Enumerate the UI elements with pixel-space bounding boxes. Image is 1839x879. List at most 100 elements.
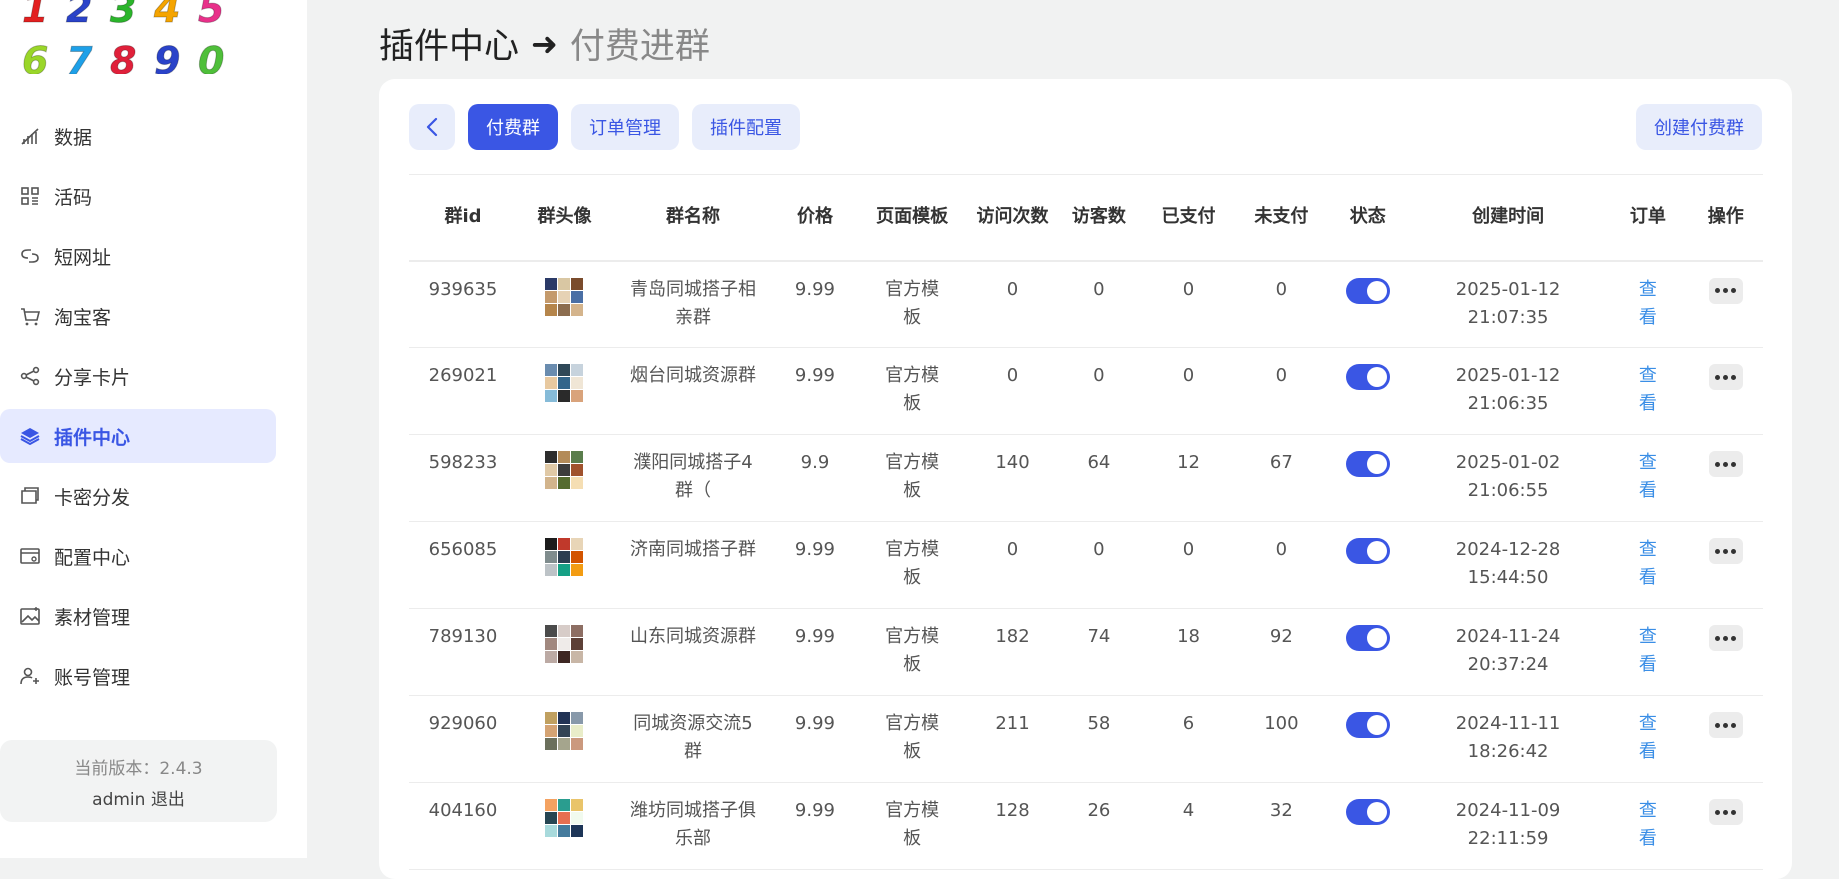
status-cell [1327,522,1409,609]
avatar-tile [558,290,571,303]
avatar-tile [571,725,584,737]
more-icon[interactable] [1708,451,1743,477]
ops-cell [1688,522,1763,609]
avatar-tile [545,477,558,489]
avatar-tile [571,364,584,376]
status-toggle[interactable] [1345,712,1390,738]
column-header: 群id [444,206,482,228]
cell-paid-text: 0 [1182,365,1195,386]
more-icon[interactable] [1708,538,1743,564]
avatar-tile [571,451,584,463]
cell-visitors: 0 [1057,522,1141,609]
status-toggle[interactable] [1345,277,1390,304]
cell-unpaid-text: 100 [1264,713,1299,734]
cell-unpaid: 0 [1236,348,1327,435]
sidebar-item-0[interactable]: 数据 [0,109,307,163]
view-order-link[interactable]: 查看 [1636,276,1660,332]
cell-name-text: 濮阳同城搭子4群（ [633,452,753,501]
avatar-tile [558,477,571,489]
cell-created-text: 2025-01-02 21:06:55 [1455,452,1561,501]
cell-visits-text: 140 [995,452,1030,473]
avatar-tile [558,625,571,637]
sidebar-item-3[interactable]: 淘宝客 [0,289,307,343]
sidebar-item-8[interactable]: 素材管理 [0,589,307,643]
cell-visits: 182 [968,609,1057,696]
avatar-tile [558,651,571,663]
avatar-tile [558,303,571,316]
status-toggle[interactable] [1345,625,1390,651]
cell-template-text: 官方模板 [885,800,940,849]
more-icon[interactable] [1708,799,1743,825]
cell-paid: 12 [1141,435,1236,522]
avatar-tile [545,638,558,650]
cart-icon [18,304,42,328]
avatar-tile [571,738,584,750]
avatar-tile [571,651,584,663]
status-cell [1327,696,1409,783]
view-order-link[interactable]: 查看 [1636,797,1660,853]
avatar-tile [558,464,571,476]
cell-template: 官方模板 [856,261,968,348]
cell-id-text: 598233 [428,452,498,473]
view-order-link[interactable]: 查看 [1636,449,1660,505]
sidebar-item-label: 短网址 [54,246,112,269]
view-order-link[interactable]: 查看 [1636,623,1660,679]
image-icon [18,604,42,628]
table-row: 939635 青岛同城搭子相亲群 9.99 官方模板 0 0 0 0 2025-01-12 21… [409,261,1763,348]
tab-0[interactable]: 付费群 [468,104,558,150]
cell-paid: 18 [1141,609,1236,696]
link-icon [18,244,42,268]
ops-cell [1688,348,1763,435]
cell-name-text: 烟台同城资源群 [629,365,756,386]
cell-visitors: 26 [1057,783,1141,870]
logo: 12345 67890 [12,0,262,74]
sidebar-item-5[interactable]: 插件中心 [0,409,276,463]
sidebar-item-1[interactable]: 活码 [0,169,307,223]
sidebar-item-4[interactable]: 分享卡片 [0,349,307,403]
cell-visits-text: 0 [1006,539,1019,560]
ops-cell [1688,783,1763,870]
status-toggle[interactable] [1345,364,1390,390]
avatar-tile [545,825,558,837]
view-order-link[interactable]: 查看 [1636,536,1660,592]
cell-visits-text: 182 [995,626,1030,647]
status-toggle[interactable] [1345,799,1390,825]
cell-unpaid-text: 0 [1275,278,1288,300]
sidebar-item-label: 活码 [54,186,93,209]
cell-created-text: 2024-12-28 15:44:50 [1455,539,1561,588]
back-button[interactable] [409,104,455,150]
view-order-link[interactable]: 查看 [1636,362,1660,418]
sidebar-item-9[interactable]: 账号管理 [0,649,307,703]
status-toggle[interactable] [1345,451,1390,477]
more-icon[interactable] [1708,625,1743,651]
cell-unpaid-text: 67 [1269,452,1293,473]
share-icon [18,364,42,388]
create-paid-group-button[interactable]: 创建付费群 [1636,104,1762,150]
cell-name-text: 潍坊同城搭子俱乐部 [629,800,756,849]
avatar-tile [558,451,571,463]
breadcrumb-parent[interactable]: 插件中心 [379,18,519,69]
cell-id-text: 656085 [428,539,498,560]
status-cell [1327,609,1409,696]
more-icon[interactable] [1708,712,1743,738]
avatar-tile [558,638,571,650]
cell-price: 9.99 [774,522,856,609]
more-icon[interactable] [1708,277,1743,304]
sidebar-item-7[interactable]: 配置中心 [0,529,307,583]
avatar-tile [545,799,558,811]
tab-1[interactable]: 订单管理 [571,104,679,150]
cell-visitors-text: 0 [1093,278,1105,300]
tab-2[interactable]: 插件配置 [692,104,800,150]
group-avatar-cell [517,348,612,435]
sidebar-item-2[interactable]: 短网址 [0,229,307,283]
ops-cell [1688,609,1763,696]
avatar-tile [545,564,558,576]
status-toggle[interactable] [1345,538,1390,564]
cell-template-text: 官方模板 [885,713,940,762]
cell-template: 官方模板 [856,522,968,609]
sidebar-item-6[interactable]: 卡密分发 [0,469,307,523]
avatar-tile [558,538,571,550]
view-order-link[interactable]: 查看 [1636,710,1660,766]
more-icon[interactable] [1708,364,1743,390]
logout-link[interactable]: 退出 [151,790,185,810]
